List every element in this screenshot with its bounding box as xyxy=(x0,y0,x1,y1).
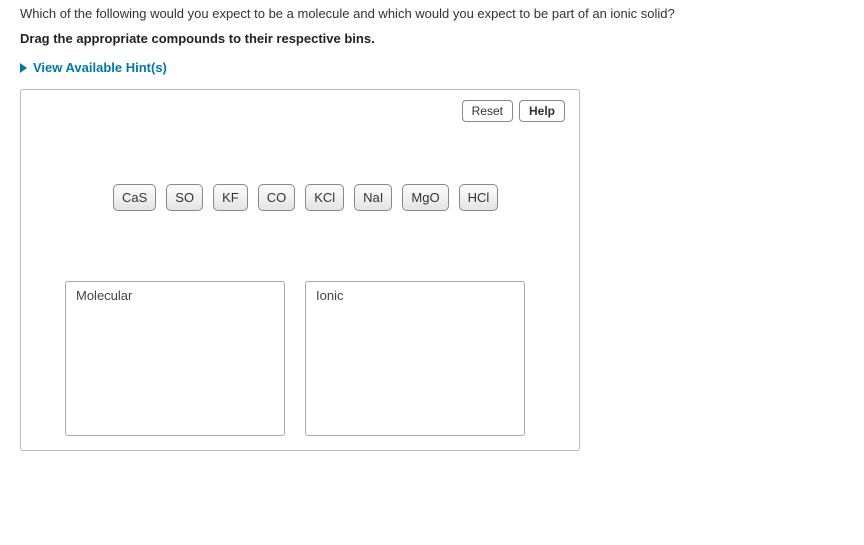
help-button[interactable]: Help xyxy=(519,100,565,122)
compound-item[interactable]: CO xyxy=(258,184,296,211)
exercise-container: Which of the following would you expect … xyxy=(0,0,864,471)
drag-drop-activity: Reset Help CaS SO KF CO KCl NaI MgO HCl … xyxy=(20,89,580,451)
compound-item[interactable]: MgO xyxy=(402,184,448,211)
compound-item[interactable]: SO xyxy=(166,184,203,211)
compound-items-area: CaS SO KF CO KCl NaI MgO HCl xyxy=(35,184,565,211)
question-text: Which of the following would you expect … xyxy=(20,6,844,21)
compound-item[interactable]: NaI xyxy=(354,184,392,211)
compound-item[interactable]: CaS xyxy=(113,184,156,211)
instruction-text: Drag the appropriate compounds to their … xyxy=(20,31,844,46)
activity-controls: Reset Help xyxy=(462,100,565,122)
drop-bins: Molecular Ionic xyxy=(35,281,565,436)
ionic-bin[interactable]: Ionic xyxy=(305,281,525,436)
hints-label: View Available Hint(s) xyxy=(33,60,167,75)
compound-item[interactable]: KF xyxy=(213,184,248,211)
molecular-bin-label: Molecular xyxy=(76,288,274,303)
reset-button[interactable]: Reset xyxy=(462,100,513,122)
compound-item[interactable]: HCl xyxy=(459,184,499,211)
view-hints-toggle[interactable]: View Available Hint(s) xyxy=(20,60,844,75)
molecular-bin[interactable]: Molecular xyxy=(65,281,285,436)
compound-item[interactable]: KCl xyxy=(305,184,344,211)
ionic-bin-label: Ionic xyxy=(316,288,514,303)
triangle-right-icon xyxy=(20,63,27,73)
